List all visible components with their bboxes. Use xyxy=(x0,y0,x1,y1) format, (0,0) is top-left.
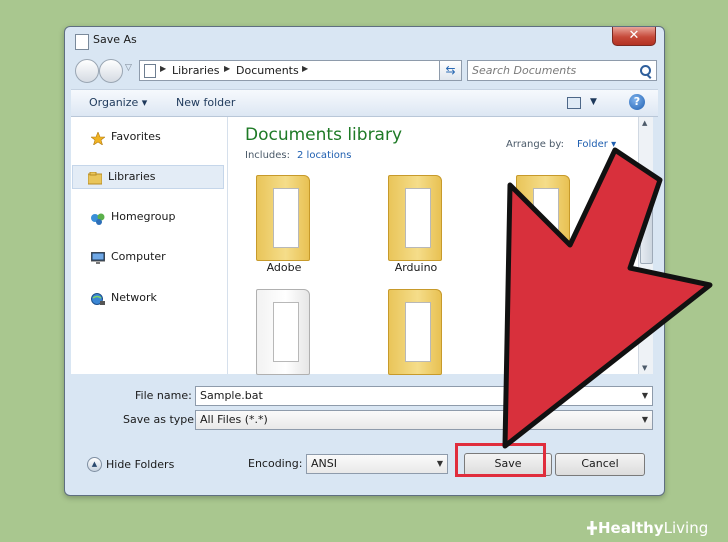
new-folder-button[interactable]: New folder xyxy=(176,96,235,109)
library-title: Documents library xyxy=(245,125,403,145)
folder-icon xyxy=(516,175,570,261)
locations-link[interactable]: 2 locations xyxy=(297,150,351,161)
folder-item[interactable]: Arduino xyxy=(376,175,456,280)
view-dropdown-icon[interactable]: ▼ xyxy=(590,97,597,107)
homegroup-icon xyxy=(91,210,105,225)
sidebar-item-label: Computer xyxy=(111,250,166,263)
window-title: Save As xyxy=(93,33,137,46)
organize-button[interactable]: Organize ▾ xyxy=(89,96,147,109)
sidebar-item-label: Favorites xyxy=(111,130,161,143)
file-name-value: Sample.bat xyxy=(200,389,263,402)
computer-icon xyxy=(90,250,106,264)
search-input[interactable] xyxy=(472,63,632,77)
sidebar-item-libraries[interactable]: Libraries xyxy=(72,165,224,189)
folder-icon xyxy=(388,175,442,261)
search-icon[interactable] xyxy=(640,65,651,76)
notepad-icon xyxy=(75,34,89,50)
save-as-dialog: Save As ✕ ▽ ▶ Libraries ▶ Documents ▶ ▼ … xyxy=(64,26,665,496)
file-name-field[interactable]: Sample.bat ▼ xyxy=(195,386,653,406)
command-toolbar: Organize ▾ New folder ▼ ? xyxy=(71,89,658,117)
folder-name: Arduino xyxy=(394,261,438,274)
file-list-pane: Documents library Includes: 2 locations … xyxy=(227,117,653,375)
watermark-text: Living xyxy=(663,519,709,537)
chevron-right-icon[interactable]: ▶ xyxy=(160,64,166,73)
search-box xyxy=(467,60,657,81)
address-bar[interactable]: ▶ Libraries ▶ Documents ▶ ▼ xyxy=(139,60,459,81)
file-name-dropdown-icon[interactable]: ▼ xyxy=(642,391,648,400)
save-button-highlight xyxy=(455,443,546,477)
chevron-up-icon[interactable]: ▲ xyxy=(87,457,102,472)
encoding-value: ANSI xyxy=(311,457,337,470)
logo-icon xyxy=(587,521,597,535)
folder-icon xyxy=(256,175,310,261)
star-icon xyxy=(90,130,106,146)
breadcrumb-documents[interactable]: Documents xyxy=(236,64,299,77)
title-bar: Save As ✕ xyxy=(65,27,664,55)
scroll-up-icon[interactable]: ▲ xyxy=(642,119,647,127)
arrange-by-dropdown[interactable]: Folder ▾ xyxy=(577,139,616,150)
watermark-text-bold: Healthy xyxy=(598,519,664,537)
sidebar-item-network[interactable]: Network xyxy=(71,287,225,309)
save-options-area: File name: Sample.bat ▼ Save as type: Al… xyxy=(71,376,658,489)
folder-name: Adobe xyxy=(266,261,302,274)
chevron-right-icon[interactable]: ▶ xyxy=(302,64,308,73)
folder-icon xyxy=(256,289,310,375)
file-name-label: File name: xyxy=(135,389,192,402)
save-as-type-dropdown-icon[interactable]: ▼ xyxy=(642,415,648,424)
refresh-button[interactable]: ⇆ xyxy=(439,60,462,81)
forward-button[interactable] xyxy=(99,59,123,83)
encoding-dropdown-icon[interactable]: ▼ xyxy=(437,459,443,468)
back-button[interactable] xyxy=(75,59,99,83)
cancel-button[interactable]: Cancel xyxy=(555,453,645,476)
folder-icon xyxy=(388,289,442,375)
folder-item[interactable] xyxy=(504,175,584,280)
encoding-select[interactable]: ANSI ▼ xyxy=(306,454,448,474)
sidebar-item-computer[interactable]: Computer xyxy=(71,246,225,268)
scroll-thumb[interactable] xyxy=(640,172,653,264)
help-icon[interactable]: ? xyxy=(629,94,645,110)
sidebar-item-homegroup[interactable]: Homegroup xyxy=(71,206,225,228)
sidebar-item-label: Homegroup xyxy=(111,210,176,223)
includes-label: Includes: xyxy=(245,150,290,161)
chevron-right-icon[interactable]: ▶ xyxy=(224,64,230,73)
vertical-scrollbar[interactable]: ▲ ▼ xyxy=(638,117,653,374)
hide-folders-button[interactable]: Hide Folders xyxy=(106,458,174,471)
watermark: HealthyLiving xyxy=(598,519,708,537)
encoding-label: Encoding: xyxy=(248,457,303,470)
libraries-icon xyxy=(87,170,103,185)
save-as-type-value: All Files (*.*) xyxy=(200,413,268,426)
network-icon xyxy=(91,291,105,305)
address-row: ▽ ▶ Libraries ▶ Documents ▶ ▼ ⇆ xyxy=(73,59,657,83)
scroll-down-icon[interactable]: ▼ xyxy=(642,364,647,372)
library-icon xyxy=(144,64,156,78)
navigation-pane: Favorites Libraries Homegroup Computer N… xyxy=(71,117,227,374)
breadcrumb-libraries[interactable]: Libraries xyxy=(172,64,220,77)
save-as-type-label: Save as type: xyxy=(123,413,198,426)
sidebar-item-label: Network xyxy=(111,291,157,304)
sidebar-item-favorites[interactable]: Favorites xyxy=(71,126,225,148)
arrange-by-label: Arrange by: xyxy=(506,139,564,150)
change-view-icon[interactable] xyxy=(567,97,581,109)
sidebar-item-label: Libraries xyxy=(108,170,156,183)
folder-item[interactable]: Adobe xyxy=(244,175,324,280)
save-as-type-select[interactable]: All Files (*.*) ▼ xyxy=(195,410,653,430)
close-button[interactable]: ✕ xyxy=(612,27,656,46)
recent-pages-dropdown-icon[interactable]: ▽ xyxy=(125,63,132,73)
